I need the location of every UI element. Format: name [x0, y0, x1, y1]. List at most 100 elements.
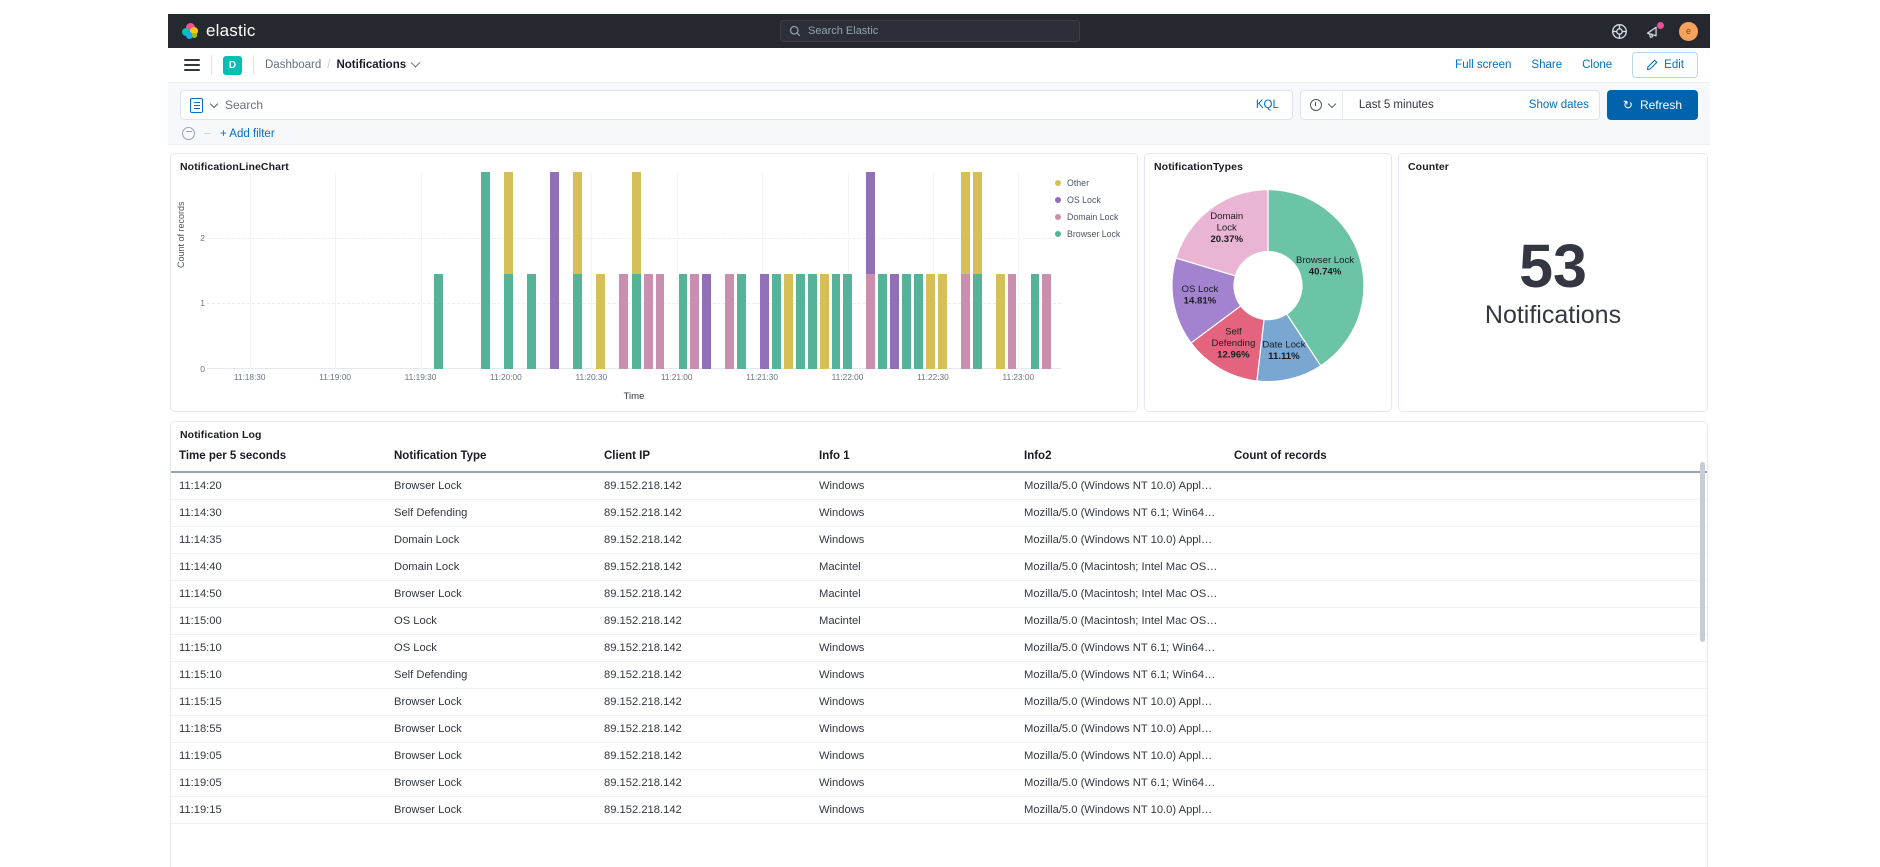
bar[interactable]: [504, 172, 513, 369]
table-cell: [1226, 580, 1707, 608]
full-screen-button[interactable]: Full screen: [1455, 59, 1511, 71]
bar[interactable]: [702, 273, 712, 369]
bar[interactable]: [690, 273, 700, 369]
table-row[interactable]: 11:15:10 OS Lock 89.152.218.142 Windows Mozi…: [171, 634, 1707, 662]
bar[interactable]: [1007, 273, 1017, 369]
bar-segment: [655, 273, 665, 369]
time-range-value[interactable]: Last 5 minutes: [1350, 99, 1522, 111]
bar[interactable]: [643, 273, 653, 369]
donut-chart[interactable]: Browser Lock40.74% Date Lock11.11% SelfDef…: [1158, 176, 1378, 396]
chevron-down-icon[interactable]: [1327, 99, 1337, 108]
legend-item[interactable]: OS Lock: [1055, 195, 1129, 205]
table-row[interactable]: 11:14:35 Domain Lock 89.152.218.142 Windows…: [171, 526, 1707, 554]
bar[interactable]: [434, 273, 444, 369]
add-filter-button[interactable]: + Add filter: [220, 128, 275, 140]
panel-notification-types[interactable]: NotificationTypes Browser Lock 40.74% Date…: [1144, 153, 1392, 412]
bar[interactable]: [866, 172, 876, 369]
legend-item[interactable]: Domain Lock: [1055, 212, 1129, 222]
bar[interactable]: [807, 273, 817, 369]
table-header-cell[interactable]: Notification Type: [386, 440, 596, 473]
table-row[interactable]: 11:15:00 OS Lock 89.152.218.142 Macintel Moz…: [171, 607, 1707, 635]
megaphone-icon[interactable]: [1645, 21, 1664, 40]
bar[interactable]: [737, 273, 747, 369]
table-cell: 89.152.218.142: [596, 553, 811, 581]
bar[interactable]: [960, 172, 970, 369]
table-header-cell[interactable]: Info 1: [811, 440, 1016, 473]
table-row[interactable]: 11:14:40 Domain Lock 89.152.218.142 Macinte…: [171, 553, 1707, 581]
bar[interactable]: [1030, 273, 1040, 369]
table-row[interactable]: 11:19:15 Browser Lock 89.152.218.142 Window…: [171, 796, 1707, 824]
bar[interactable]: [655, 273, 665, 369]
table-header-cell[interactable]: Client IP: [596, 440, 811, 473]
bar-segment: [972, 172, 982, 274]
bar[interactable]: [678, 273, 688, 369]
table-row[interactable]: 11:15:10 Self Defending 89.152.218.142 Wind…: [171, 661, 1707, 689]
bar[interactable]: [772, 273, 782, 369]
table-header-cell[interactable]: Count of records: [1226, 440, 1707, 473]
table-row[interactable]: 11:15:15 Browser Lock 89.152.218.142 Window…: [171, 688, 1707, 716]
y-axis-tick-label: 0: [200, 364, 205, 374]
bar[interactable]: [937, 273, 947, 369]
query-row: Search KQL Last 5 minutes Show dates ↻ R…: [180, 90, 1698, 120]
table-header-cell[interactable]: Info2: [1016, 440, 1226, 473]
table-header-cell[interactable]: Time per 5 seconds: [171, 440, 386, 473]
table-row[interactable]: 11:19:05 Browser Lock 89.152.218.142 Window…: [171, 742, 1707, 770]
show-dates-button[interactable]: Show dates: [1529, 99, 1599, 111]
bar[interactable]: [819, 273, 829, 369]
panel-notification-line-chart[interactable]: NotificationLineChart Count of records 0…: [170, 153, 1138, 412]
bar[interactable]: [831, 273, 841, 369]
breadcrumb-notifications[interactable]: Notifications: [336, 59, 406, 71]
bar[interactable]: [760, 273, 770, 369]
table-row[interactable]: 11:19:05 Browser Lock 89.152.218.142 Window…: [171, 769, 1707, 797]
hamburger-menu-icon[interactable]: [184, 59, 200, 71]
bar[interactable]: [843, 273, 853, 369]
panel-counter[interactable]: Counter 53 Notifications: [1398, 153, 1708, 412]
bar[interactable]: [596, 273, 606, 369]
table-scroll-container[interactable]: Time per 5 seconds Notification Type Clien…: [171, 440, 1707, 867]
bar[interactable]: [925, 273, 935, 369]
legend-item[interactable]: Other: [1055, 178, 1129, 188]
donut-slice-label: Browser Lock: [1296, 255, 1354, 266]
bar[interactable]: [725, 273, 735, 369]
search-input[interactable]: Search KQL: [180, 90, 1293, 120]
elastic-brand[interactable]: elastic: [182, 21, 256, 41]
bar[interactable]: [550, 172, 559, 369]
bar[interactable]: [631, 172, 641, 369]
bar[interactable]: [480, 172, 490, 369]
chart-legend[interactable]: Other OS Lock Domain Lock Browser Lock: [1055, 178, 1129, 246]
bar[interactable]: [619, 273, 629, 369]
data-view-icon[interactable]: [190, 97, 203, 113]
bar[interactable]: [527, 273, 536, 369]
bar[interactable]: [913, 273, 923, 369]
help-circle-icon[interactable]: [1611, 23, 1628, 40]
legend-item[interactable]: Browser Lock: [1055, 229, 1129, 239]
bar[interactable]: [972, 172, 982, 369]
breadcrumb-dashboard[interactable]: Dashboard: [265, 59, 321, 71]
bar[interactable]: [573, 172, 583, 369]
date-picker[interactable]: Last 5 minutes Show dates: [1299, 90, 1600, 120]
chevron-down-icon[interactable]: [209, 99, 219, 108]
bar[interactable]: [995, 273, 1005, 369]
table-scrollbar[interactable]: [1700, 462, 1705, 642]
share-button[interactable]: Share: [1531, 59, 1562, 71]
bar[interactable]: [902, 273, 911, 369]
bar[interactable]: [878, 273, 888, 369]
clone-button[interactable]: Clone: [1582, 59, 1612, 71]
bar[interactable]: [783, 273, 793, 369]
table-row[interactable]: 11:18:55 Browser Lock 89.152.218.142 Window…: [171, 715, 1707, 743]
table-row[interactable]: 11:14:20 Browser Lock 89.152.218.142 Window…: [171, 472, 1707, 500]
table-row[interactable]: 11:14:30 Self Defending 89.152.218.142 Wind…: [171, 499, 1707, 527]
bar[interactable]: [890, 273, 900, 369]
bar[interactable]: [795, 273, 805, 369]
legend-color-dot: [1055, 180, 1061, 186]
filter-icon[interactable]: [182, 127, 195, 140]
panel-notification-log[interactable]: Notification Log Time per 5 seconds Notif…: [170, 421, 1708, 867]
edit-button[interactable]: Edit: [1632, 52, 1698, 78]
global-search-input[interactable]: Search Elastic: [780, 20, 1080, 42]
query-language-button[interactable]: KQL: [1256, 99, 1283, 111]
table-row[interactable]: 11:14:50 Browser Lock 89.152.218.142 Macint…: [171, 580, 1707, 608]
refresh-button[interactable]: ↻ Refresh: [1606, 90, 1698, 120]
chevron-down-icon[interactable]: [410, 57, 421, 68]
avatar[interactable]: e: [1679, 21, 1698, 41]
bar[interactable]: [1042, 273, 1052, 369]
